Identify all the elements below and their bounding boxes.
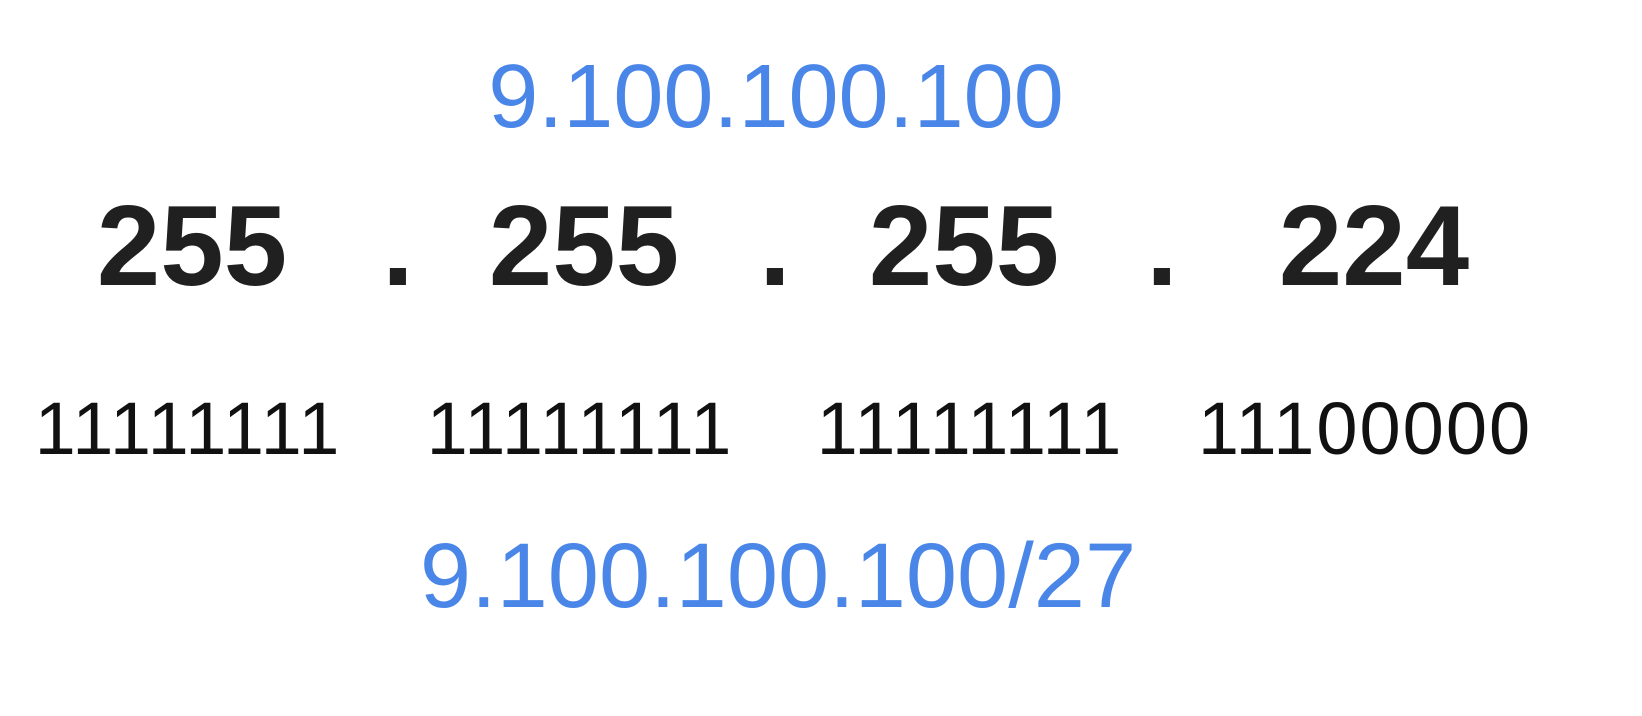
mask-octet-2: 255 [488, 183, 680, 310]
mask-dot-3: . [1146, 183, 1178, 310]
mask-octet-4: 224 [1278, 183, 1470, 310]
binary-octet-2: 11111111 [426, 387, 734, 470]
mask-dot-2: . [759, 183, 791, 310]
mask-dot-1: . [382, 183, 414, 310]
binary-octet-3: 11111111 [816, 387, 1124, 470]
mask-octet-1: 255 [96, 183, 288, 310]
cidr-notation: 9.100.100.100/27 [419, 525, 1137, 627]
mask-octet-3: 255 [868, 183, 1060, 310]
ip-address: 9.100.100.100 [488, 47, 1064, 147]
binary-octet-4: 11100000 [1197, 387, 1533, 470]
binary-octet-1: 11111111 [34, 387, 342, 470]
